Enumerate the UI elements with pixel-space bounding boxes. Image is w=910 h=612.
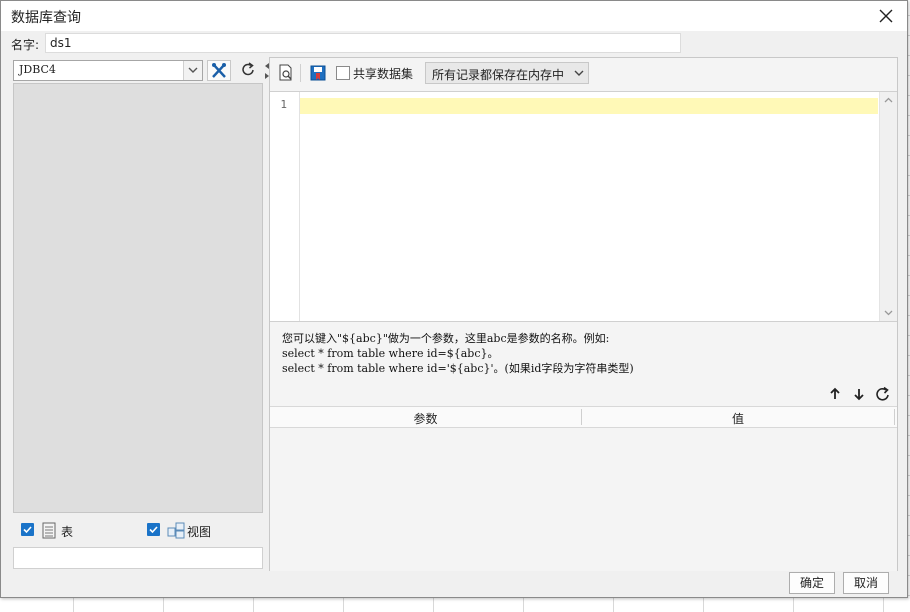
connection-settings-button[interactable] [207,60,231,81]
right-panel: 共享数据集 所有记录都保存在内存中 1 您可以键入"${abc}"做为一个参数，… [269,57,898,571]
parameter-hint: 您可以键入"${abc}"做为一个参数，这里abc是参数的名称。例如: sele… [282,331,634,376]
arrow-down-icon [854,389,864,401]
name-input[interactable]: ds1 [45,33,681,53]
query-toolbar: 共享数据集 所有记录都保存在内存中 [270,58,897,88]
title-bar: 数据库查询 [1,1,907,31]
parameter-tools [825,384,895,404]
hint-line: select * from table where id=${abc}。 [282,347,499,360]
left-panel: JDBC4 表 视图 [11,57,265,569]
cancel-button[interactable]: 取消 [843,572,889,594]
share-dataset-label: 共享数据集 [353,67,414,81]
editor-scrollbar[interactable] [879,92,897,321]
storage-mode-select[interactable]: 所有记录都保存在内存中 [425,62,589,84]
hint-line: select * from table where id='${abc}'。(如… [282,362,634,375]
save-query-icon[interactable] [309,64,327,82]
refresh-icon [242,62,254,76]
table-icon [41,522,57,542]
scroll-down-icon[interactable] [880,304,897,321]
tools-icon [212,63,226,78]
move-down-button[interactable] [849,384,869,404]
name-label: 名字: [11,38,40,52]
column-divider [894,409,895,425]
column-header-value[interactable]: 值 [582,410,894,427]
parameter-table-header: 参数 值 [270,407,897,428]
datasource-select[interactable]: JDBC4 [13,60,203,81]
line-number-gutter: 1 [270,92,300,321]
datasource-value: JDBC4 [19,63,56,76]
toolbar-separator [300,64,301,82]
views-label: 视图 [187,525,212,539]
sql-editor[interactable]: 1 [270,91,897,322]
refresh-icon [876,386,889,401]
refresh-parameters-button[interactable] [873,384,893,404]
checkbox-checked-icon[interactable] [21,523,34,536]
database-query-dialog: 数据库查询 名字: ds1 JDBC4 表 视图 共享数据集 所有记录都保存在内… [0,0,908,598]
ok-button[interactable]: 确定 [789,572,835,594]
active-line-highlight [300,98,878,114]
hint-line: 您可以键入"${abc}"做为一个参数，这里abc是参数的名称。例如: [282,332,610,345]
share-dataset-checkbox[interactable] [336,66,350,80]
scroll-up-icon[interactable] [880,92,897,109]
checkbox-checked-icon[interactable] [147,523,160,536]
close-icon [879,9,893,23]
line-number: 1 [280,98,287,111]
parameter-table[interactable]: 参数 值 [270,406,897,571]
tree-search-input[interactable] [13,547,263,569]
chevron-down-icon[interactable] [183,61,202,80]
move-up-button[interactable] [825,384,845,404]
tables-label: 表 [61,525,74,539]
dialog-title: 数据库查询 [11,10,81,26]
arrow-up-icon [830,387,840,399]
object-type-filters: 表 视图 [13,517,263,543]
column-header-param[interactable]: 参数 [270,410,581,427]
chevron-down-icon[interactable] [570,63,588,83]
table-tree[interactable] [13,83,263,513]
close-button[interactable] [873,4,899,28]
preview-icon[interactable] [277,64,295,82]
view-icon [167,522,185,542]
name-row: 名字: ds1 [1,32,907,56]
storage-mode-value: 所有记录都保存在内存中 [432,68,565,82]
refresh-button[interactable] [237,60,259,79]
